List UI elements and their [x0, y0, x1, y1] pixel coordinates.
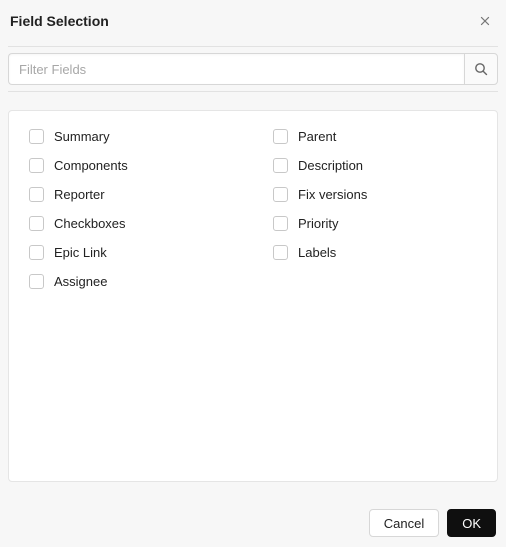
checkbox-icon[interactable]	[273, 216, 288, 231]
ok-button[interactable]: OK	[447, 509, 496, 537]
search-row	[8, 53, 498, 85]
checkbox-icon[interactable]	[29, 274, 44, 289]
field-checkbox-item[interactable]: Reporter	[29, 187, 233, 202]
field-label: Epic Link	[54, 245, 107, 260]
dialog-title: Field Selection	[10, 13, 109, 29]
field-checkbox-item[interactable]: Parent	[273, 129, 477, 144]
field-label: Description	[298, 158, 363, 173]
checkbox-icon[interactable]	[273, 187, 288, 202]
search-button[interactable]	[464, 53, 498, 85]
field-checkbox-item[interactable]: Components	[29, 158, 233, 173]
dialog-footer: Cancel OK	[369, 509, 496, 537]
dialog-header: Field Selection	[8, 8, 498, 40]
fields-column-left: Summary Components Reporter Checkboxes Epic …	[29, 129, 233, 289]
checkbox-icon[interactable]	[273, 129, 288, 144]
divider	[8, 91, 498, 92]
field-checkbox-item[interactable]: Fix versions	[273, 187, 477, 202]
field-checkbox-item[interactable]: Checkboxes	[29, 216, 233, 231]
search-input[interactable]	[8, 53, 464, 85]
checkbox-icon[interactable]	[29, 158, 44, 173]
search-icon	[474, 62, 488, 76]
close-icon	[480, 14, 490, 28]
field-label: Parent	[298, 129, 336, 144]
field-label: Reporter	[54, 187, 105, 202]
field-checkbox-item[interactable]: Assignee	[29, 274, 233, 289]
field-label: Components	[54, 158, 128, 173]
checkbox-icon[interactable]	[29, 129, 44, 144]
field-label: Labels	[298, 245, 336, 260]
field-label: Summary	[54, 129, 110, 144]
fields-columns: Summary Components Reporter Checkboxes Epic …	[29, 129, 477, 289]
divider	[8, 46, 498, 47]
checkbox-icon[interactable]	[29, 187, 44, 202]
cancel-button[interactable]: Cancel	[369, 509, 439, 537]
field-label: Fix versions	[298, 187, 367, 202]
field-checkbox-item[interactable]: Description	[273, 158, 477, 173]
field-checkbox-item[interactable]: Epic Link	[29, 245, 233, 260]
checkbox-icon[interactable]	[273, 158, 288, 173]
field-label: Checkboxes	[54, 216, 126, 231]
close-button[interactable]	[474, 10, 496, 32]
field-label: Priority	[298, 216, 338, 231]
field-checkbox-item[interactable]: Priority	[273, 216, 477, 231]
checkbox-icon[interactable]	[29, 245, 44, 260]
checkbox-icon[interactable]	[29, 216, 44, 231]
fields-column-right: Parent Description Fix versions Priority Lab…	[273, 129, 477, 289]
checkbox-icon[interactable]	[273, 245, 288, 260]
field-label: Assignee	[54, 274, 107, 289]
field-checkbox-item[interactable]: Summary	[29, 129, 233, 144]
fields-panel: Summary Components Reporter Checkboxes Epic …	[8, 110, 498, 482]
field-selection-dialog: Field Selection Summary Components Reporte…	[0, 0, 506, 547]
field-checkbox-item[interactable]: Labels	[273, 245, 477, 260]
